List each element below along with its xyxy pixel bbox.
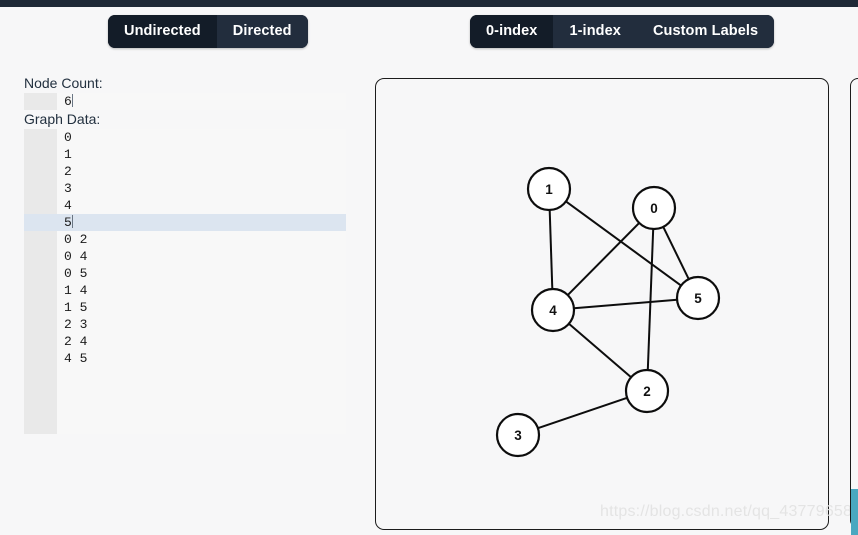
graph-data-line[interactable]: 5 <box>24 214 346 231</box>
graph-index-toggle-option-1-index[interactable]: 1-index <box>553 15 637 48</box>
graph-data-line[interactable]: 2 <box>24 163 346 180</box>
graph-edge <box>568 322 632 379</box>
top-bar <box>0 0 858 7</box>
graph-index-toggle-option-0-index[interactable]: 0-index <box>470 15 554 48</box>
graph-data-line[interactable]: 3 <box>24 180 346 197</box>
graph-data-line[interactable]: 4 <box>24 197 346 214</box>
graph-edge <box>537 396 628 430</box>
graph-index-toggle[interactable]: 0-index 1-index Custom Labels <box>470 15 775 48</box>
graph-direction-toggle[interactable]: Undirected Directed <box>108 15 308 48</box>
graph-data-line[interactable]: 2 3 <box>24 316 346 333</box>
graph-node[interactable]: 0 <box>631 185 677 231</box>
graph-node[interactable]: 4 <box>530 287 576 333</box>
graph-edge <box>548 209 554 290</box>
graph-edge <box>662 226 690 280</box>
graph-node-label: 4 <box>549 303 557 318</box>
graph-visualization-panel[interactable]: 0 1 2 3 4 5 <box>375 78 829 530</box>
node-count-input[interactable]: 6 <box>24 93 346 110</box>
graph-direction-toggle-option-directed[interactable]: Directed <box>216 15 308 48</box>
graph-data-line[interactable]: 2 4 <box>24 333 346 350</box>
graph-node[interactable]: 5 <box>675 275 721 321</box>
graph-data-label: Graph Data: <box>24 111 101 127</box>
text-caret <box>71 215 73 228</box>
secondary-panel-edge <box>850 78 858 528</box>
graph-data-line[interactable]: 0 <box>24 129 346 146</box>
graph-node[interactable]: 1 <box>526 166 572 212</box>
graph-index-toggle-option-custom-labels[interactable]: Custom Labels <box>636 15 775 48</box>
graph-node[interactable]: 2 <box>624 368 670 414</box>
graph-data-line[interactable]: 1 4 <box>24 282 346 299</box>
graph-node-label: 1 <box>545 182 553 197</box>
graph-node-label: 5 <box>694 291 702 306</box>
graph-edge <box>567 222 640 296</box>
graph-node-label: 3 <box>514 428 522 443</box>
graph-edge <box>646 228 655 371</box>
graph-data-line[interactable]: 1 <box>24 146 346 163</box>
graph-input-pane: Node Count: 6 Graph Data: 0123450 20 40 … <box>24 74 346 434</box>
graph-node[interactable]: 3 <box>495 412 541 458</box>
graph-data-line[interactable]: 0 4 <box>24 248 346 265</box>
graph-canvas[interactable]: 0 1 2 3 4 5 <box>376 79 826 527</box>
graph-data-line[interactable]: 1 5 <box>24 299 346 316</box>
graph-data-line[interactable]: 0 2 <box>24 231 346 248</box>
graph-node-label: 2 <box>643 384 651 399</box>
graph-edge <box>573 298 678 310</box>
node-count-label: Node Count: <box>24 75 103 91</box>
secondary-panel-accent <box>851 489 858 535</box>
graph-node-label: 0 <box>650 201 658 216</box>
node-count-line[interactable]: 6 <box>24 93 346 110</box>
graph-data-input[interactable]: 0123450 20 40 51 41 52 32 44 5 <box>24 129 346 434</box>
graph-data-line[interactable]: 0 5 <box>24 265 346 282</box>
text-caret <box>71 94 73 107</box>
graph-data-line[interactable]: 4 5 <box>24 350 346 367</box>
graph-direction-toggle-option-undirected[interactable]: Undirected <box>108 15 217 48</box>
